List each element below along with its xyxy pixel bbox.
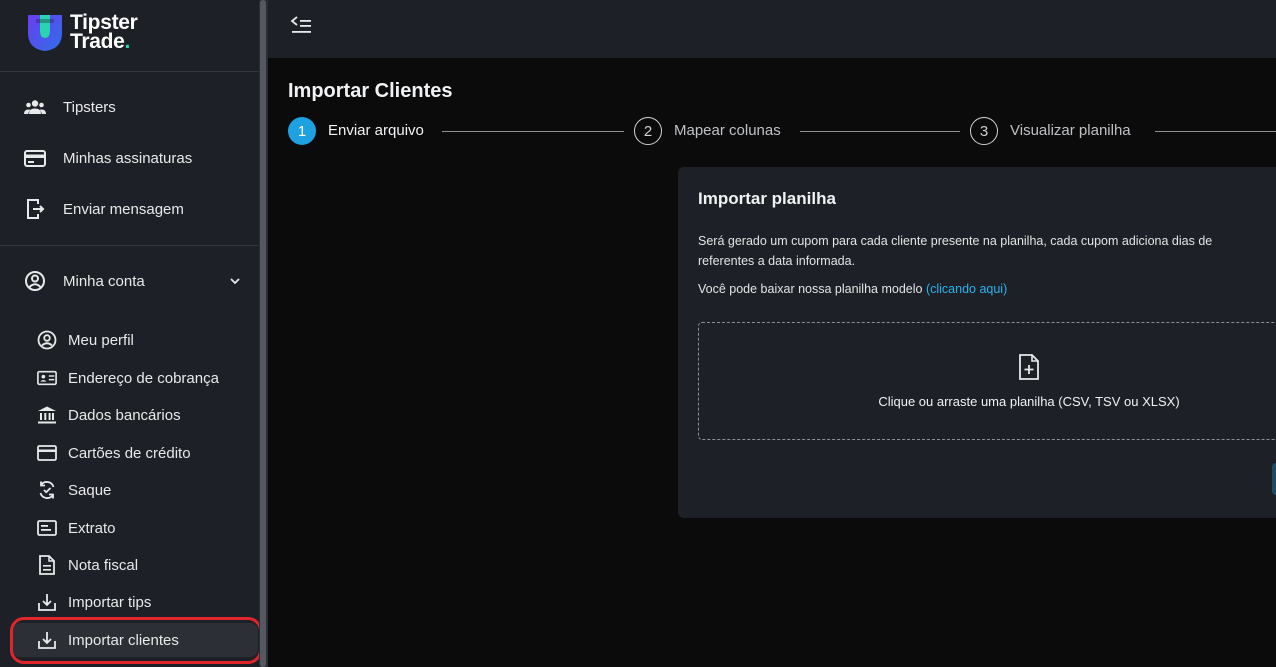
step-2-indicator[interactable]: 2 — [634, 117, 662, 145]
credit-card-icon — [24, 147, 46, 169]
brand-name: Tipster Trade. — [70, 12, 138, 53]
step-2-label[interactable]: Mapear colunas — [674, 122, 781, 139]
import-stepper: 1 Enviar arquivo 2 Mapear colunas 3 Visu… — [288, 117, 1276, 147]
sidebar-subitem-label: Dados bancários — [68, 406, 181, 424]
step-connector — [442, 131, 624, 132]
sidebar-subitem-label: Extrato — [68, 519, 116, 537]
card-description: Será gerado um cupom para cada cliente p… — [698, 231, 1276, 271]
sidebar-subitem-nota-fiscal[interactable]: Nota fiscal — [0, 548, 259, 582]
download-template-label: Você pode baixar nossa planilha modelo — [698, 282, 923, 296]
brand-line2: Trade — [70, 30, 125, 53]
sidebar-item-minha-conta[interactable]: Minha conta — [0, 261, 259, 301]
sidebar-subitem-label: Saque — [68, 481, 112, 499]
sidebar-subitem-label: Nota fiscal — [68, 556, 139, 574]
card-title: Importar planilha — [698, 189, 836, 208]
step-connector — [800, 131, 960, 132]
download-template-text: Você pode baixar nossa planilha modelo (… — [698, 282, 1007, 296]
import-icon — [37, 592, 57, 612]
sidebar-item-label: Minha conta — [63, 272, 145, 290]
sidebar: Tipster Trade. Tipsters Minhas assinatur… — [0, 0, 259, 667]
file-dropzone[interactable]: Clique ou arraste uma planilha (CSV, TSV… — [698, 322, 1276, 440]
sidebar-item-label: Minhas assinaturas — [63, 149, 193, 167]
invoice-icon — [37, 555, 57, 575]
sidebar-item-minhas-assinaturas[interactable]: Minhas assinaturas — [0, 138, 259, 178]
highlight-annotation — [10, 617, 262, 664]
sidebar-item-label: Enviar mensagem — [63, 200, 184, 218]
download-template-link[interactable]: (clicando aqui) — [926, 282, 1007, 296]
bank-icon — [37, 405, 57, 425]
sidebar-subitem-label: Meu perfil — [68, 331, 134, 349]
sidebar-item-label: Tipsters — [63, 98, 116, 116]
id-card-icon — [37, 368, 57, 388]
next-button[interactable] — [1272, 463, 1276, 495]
statement-icon — [37, 518, 57, 538]
sidebar-item-enviar-mensagem[interactable]: Enviar mensagem — [0, 189, 259, 229]
sidebar-divider — [0, 71, 259, 72]
step-1-label[interactable]: Enviar arquivo — [328, 122, 424, 139]
user-circle-icon — [24, 270, 46, 292]
sidebar-subitem-importar-tips[interactable]: Importar tips — [0, 585, 259, 619]
send-message-icon — [24, 198, 46, 220]
tipster-trade-logo-icon — [28, 15, 62, 51]
sidebar-scrollbar-thumb[interactable] — [260, 0, 266, 667]
file-add-icon — [1019, 354, 1039, 380]
chevron-down-icon[interactable] — [228, 274, 242, 288]
card-description-line: referentes a data informada. — [698, 254, 856, 268]
sidebar-subitem-cartoes-de-credito[interactable]: Cartões de crédito — [0, 436, 259, 470]
step-connector — [1155, 131, 1276, 132]
sidebar-subitem-meu-perfil[interactable]: Meu perfil — [0, 323, 259, 357]
card-description-line: Será gerado um cupom para cada cliente p… — [698, 234, 1213, 248]
step-3-label[interactable]: Visualizar planilha — [1010, 122, 1131, 139]
import-card: Importar planilha Será gerado um cupom p… — [678, 167, 1276, 518]
card-icon — [37, 443, 57, 463]
dropzone-hint: Clique ou arraste uma planilha (CSV, TSV… — [878, 394, 1180, 409]
collapse-menu-icon[interactable] — [290, 14, 312, 36]
sidebar-subitem-extrato[interactable]: Extrato — [0, 511, 259, 545]
users-icon — [24, 96, 46, 118]
sidebar-subitem-dados-bancarios[interactable]: Dados bancários — [0, 398, 259, 432]
sidebar-divider — [0, 245, 259, 246]
brand-dot: . — [124, 30, 131, 53]
step-1-indicator[interactable]: 1 — [288, 117, 316, 145]
withdraw-icon — [37, 480, 57, 500]
top-bar — [268, 0, 1276, 58]
profile-icon — [37, 330, 57, 350]
sidebar-item-tipsters[interactable]: Tipsters — [0, 87, 259, 127]
page-title: Importar Clientes — [288, 80, 453, 102]
sidebar-subitem-label: Endereço de cobrança — [68, 369, 219, 387]
sidebar-subitem-saque[interactable]: Saque — [0, 473, 259, 507]
sidebar-subitem-endereco-de-cobranca[interactable]: Endereço de cobrança — [0, 361, 259, 395]
sidebar-subitem-label: Importar tips — [68, 593, 152, 611]
brand-logo[interactable]: Tipster Trade. — [26, 11, 138, 53]
sidebar-subitem-label: Cartões de crédito — [68, 444, 191, 462]
step-3-indicator[interactable]: 3 — [970, 117, 998, 145]
